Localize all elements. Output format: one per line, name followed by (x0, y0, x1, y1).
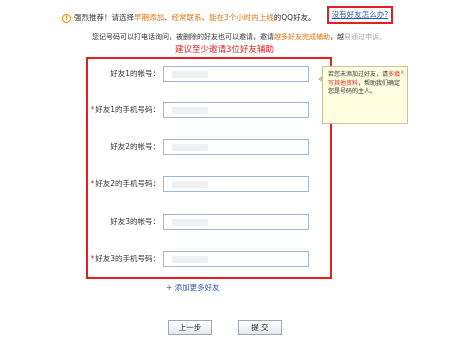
masked-value (172, 71, 208, 78)
no-friends-help-link[interactable]: 没有好友怎么办? (327, 6, 393, 24)
tip-sep-1: 、 (164, 13, 172, 22)
masked-value (172, 256, 208, 263)
friend2-phone-label-wrap: *好友2的手机号码： (88, 176, 160, 192)
friend2-phone-label: 好友2的手机号码： (95, 179, 160, 188)
friend1-phone-label-wrap: *好友1的手机号码： (88, 102, 160, 118)
tip-text-1: 强烈推荐！请选择 (74, 13, 134, 22)
friend2-account-row: 好友2的帐号： (88, 139, 328, 155)
friend2-phone-input[interactable] (163, 176, 309, 192)
tip-sep-2: 、 (201, 13, 210, 22)
friend3-account-row: 好友3的帐号： (88, 214, 328, 230)
tip-highlight-1: 早期添加 (134, 13, 164, 22)
masked-value (172, 219, 208, 226)
friend3-account-input[interactable] (163, 214, 309, 230)
friend2-phone-row: *好友2的手机号码： (88, 176, 328, 192)
friend1-account-label: 好友1的帐号： (110, 69, 160, 78)
friend1-account-row: 好友1的帐号： (88, 66, 328, 82)
description-text: 您记号码可以打电话询问，被删除的好友也可以邀请，邀请越多好友完成辅助，越易通过申… (92, 32, 422, 42)
required-star: * (90, 105, 95, 114)
required-star: * (90, 179, 95, 188)
desc-highlight: 越多好友完成辅助 (274, 33, 330, 41)
tip-text-2: 的QQ好友。 (273, 13, 316, 22)
add-more-friends-link[interactable]: + 添加更多好友 (166, 283, 220, 293)
warning-icon: ! (62, 13, 71, 23)
masked-value (172, 107, 208, 114)
submit-button[interactable]: 提 交 (238, 320, 282, 335)
friend-form: 好友1的帐号： *好友1的手机号码： 好友2的帐号： *好友2的手机号码： 好友… (86, 57, 332, 279)
masked-value (172, 181, 208, 188)
desc-part-2: ，越 (330, 33, 344, 41)
friend2-account-input[interactable] (163, 139, 309, 155)
tooltip-text-1: 若您未添加过好友，请 (328, 71, 389, 78)
friend1-account-input[interactable] (163, 66, 309, 82)
desc-part-1: 您记号码可以打电话询问，被删除的好友也可以邀请，邀请 (92, 33, 274, 41)
friend3-phone-label-wrap: *好友3的手机号码： (88, 251, 160, 267)
friend1-phone-row: *好友1的手机号码： (88, 102, 328, 118)
invite-hint: 建议至少邀请3位好友辅助 (175, 45, 274, 55)
friend3-account-label: 好友3的帐号： (110, 217, 160, 226)
friend3-phone-input[interactable] (163, 251, 309, 267)
tip-highlight-3: 能在3个小时内上线 (209, 13, 274, 22)
friend3-phone-row: *好友3的手机号码： (88, 251, 328, 267)
desc-tail: 易通过申诉。 (344, 33, 386, 41)
close-icon[interactable]: x (400, 69, 404, 78)
tip-highlight-2: 经常联系 (171, 13, 202, 22)
help-tooltip: x 若您未添加过好友，请多填写其他资料，帮助我们确定您是号码的主人。 (318, 66, 408, 124)
required-star: * (90, 254, 95, 263)
friend3-phone-label: 好友3的手机号码： (95, 254, 160, 263)
friend1-phone-label: 好友1的手机号码： (95, 105, 160, 114)
masked-value (172, 144, 208, 151)
tooltip-arrow-icon (318, 75, 323, 83)
prev-step-button[interactable]: 上一步 (168, 320, 212, 335)
friend2-account-label: 好友2的帐号： (110, 142, 160, 151)
friend1-phone-input[interactable] (163, 102, 309, 118)
